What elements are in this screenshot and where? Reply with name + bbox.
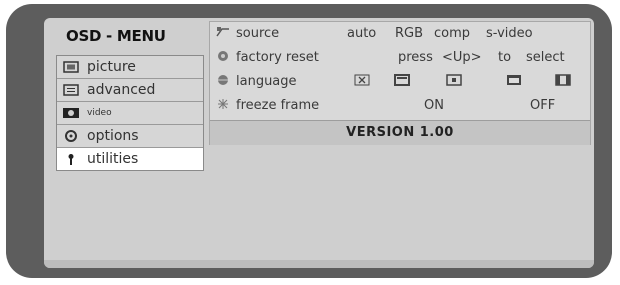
source-option-comp[interactable]: comp (434, 26, 470, 41)
menu-item-label: video (87, 108, 112, 118)
freeze-frame-icon (216, 98, 230, 110)
language-box-2-icon[interactable] (446, 74, 462, 86)
language-box-3-icon[interactable] (506, 74, 522, 86)
source-option-auto[interactable]: auto (347, 26, 376, 41)
source-option-s-video[interactable]: s-video (486, 26, 533, 41)
osd-menu-title: OSD - MENU (66, 27, 166, 45)
factory-reset-hint-up: <Up> (442, 50, 482, 65)
factory-reset-hint-select: select (526, 50, 565, 65)
menu-item-advanced[interactable]: advanced (57, 79, 203, 102)
menu-item-utilities[interactable]: utilities (57, 148, 203, 170)
source-label: source (236, 26, 280, 41)
language-icon (216, 74, 230, 86)
language-row[interactable]: language (210, 70, 590, 94)
menu-item-options[interactable]: options (57, 125, 203, 148)
factory-reset-hint-to: to (498, 50, 512, 65)
menu-item-picture[interactable]: picture (57, 56, 203, 79)
osd-menu-list: picture advanced video options utilities (56, 55, 204, 171)
language-box-1-icon[interactable] (394, 74, 410, 86)
menu-item-label: picture (87, 59, 136, 75)
language-label: language (236, 74, 297, 89)
freeze-frame-off[interactable]: OFF (530, 98, 555, 113)
freeze-frame-row[interactable]: freeze frame ON OFF (210, 94, 590, 118)
version-label: VERSION 1.00 (210, 120, 590, 145)
menu-item-label: advanced (87, 82, 156, 98)
picture-icon (63, 61, 79, 73)
menu-item-video[interactable]: video (57, 102, 203, 125)
utilities-panel: source auto RGB comp s-video factory res… (209, 21, 591, 145)
menu-item-label: utilities (87, 151, 139, 167)
menu-item-label: options (87, 128, 139, 144)
source-icon (216, 26, 230, 38)
factory-reset-icon (216, 50, 230, 62)
source-row[interactable]: source auto RGB comp s-video (210, 22, 590, 46)
language-box-4-icon[interactable] (555, 74, 571, 86)
osd-screen: OSD - MENU picture advanced video option… (44, 18, 594, 268)
source-option-rgb[interactable]: RGB (395, 26, 423, 41)
factory-reset-row[interactable]: factory reset press <Up> to select (210, 46, 590, 70)
freeze-frame-label: freeze frame (236, 98, 320, 113)
advanced-icon (63, 84, 79, 96)
language-x-icon[interactable] (354, 74, 370, 86)
video-icon (63, 107, 79, 119)
freeze-frame-on[interactable]: ON (424, 98, 444, 113)
screen-bottom-strip (44, 260, 594, 268)
options-icon (63, 130, 79, 142)
factory-reset-hint-press: press (398, 50, 433, 65)
factory-reset-label: factory reset (236, 50, 319, 65)
utilities-icon (63, 153, 79, 165)
monitor-frame: OSD - MENU picture advanced video option… (6, 4, 612, 278)
